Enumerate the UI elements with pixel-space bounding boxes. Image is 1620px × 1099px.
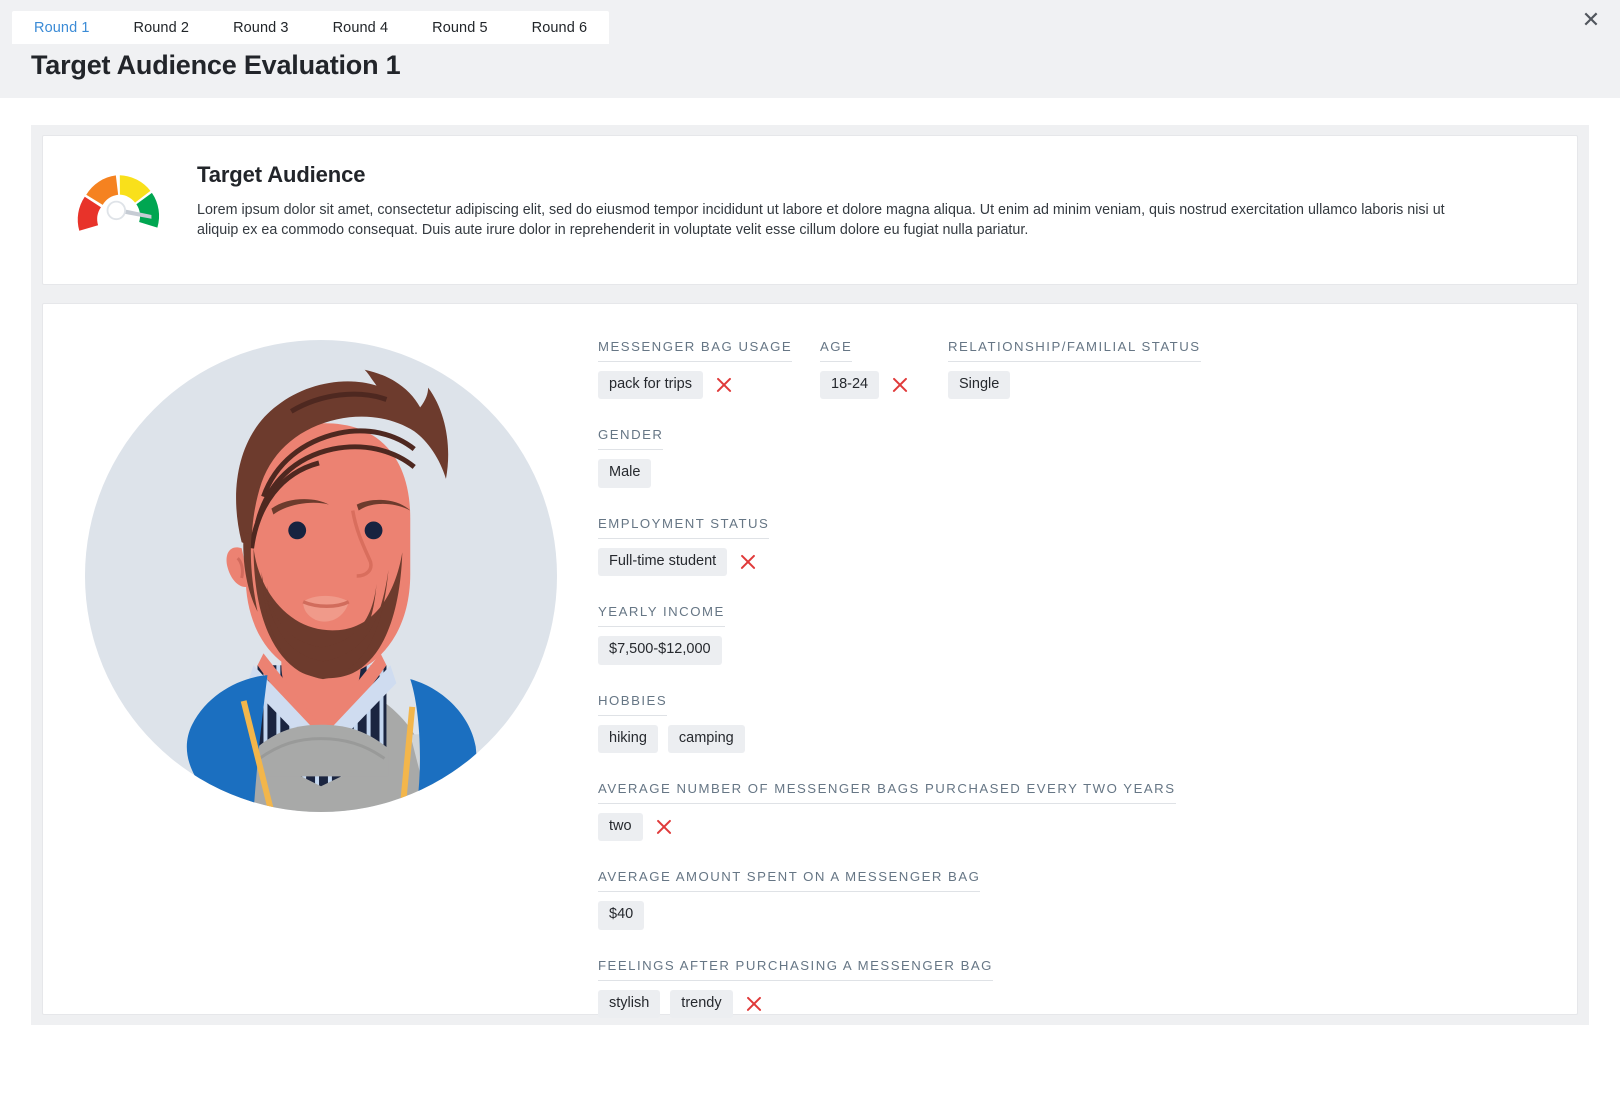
remove-x-icon[interactable]	[655, 818, 673, 836]
field-label: Employment Status	[598, 516, 770, 539]
field-stacked-1: Employment Status Full-time student	[598, 515, 1577, 577]
value-chip[interactable]: $40	[598, 901, 645, 930]
remove-x-icon[interactable]	[739, 553, 757, 571]
field-label: Hobbies	[598, 693, 668, 716]
field-label: Messenger Bag Usage	[598, 339, 793, 362]
fields-stacked: Gender Male Employment Status Full-time stu…	[598, 426, 1577, 1019]
value-chip[interactable]: Male	[598, 459, 652, 488]
chip-group: Male	[598, 459, 1577, 488]
tab-round-1[interactable]: Round 1	[12, 11, 112, 44]
value-chip[interactable]: Full-time student	[598, 547, 728, 577]
persona-fields: Messenger Bag Usage pack for trips Age 18-2…	[598, 322, 1577, 1019]
chip-group: hiking camping	[598, 724, 1577, 753]
field-stacked-0: Gender Male	[598, 426, 1577, 488]
fields-row-top: Messenger Bag Usage pack for trips Age 18-2…	[598, 338, 1577, 426]
remove-x-icon[interactable]	[745, 995, 763, 1013]
target-audience-intro-card: Target Audience Lorem ipsum dolor sit am…	[42, 135, 1578, 285]
field-label: Age	[820, 339, 853, 362]
value-chip[interactable]: Single	[948, 371, 1011, 400]
avatar	[43, 322, 598, 1014]
close-icon[interactable]: ✕	[1578, 7, 1604, 33]
value-chip[interactable]: camping	[667, 724, 745, 753]
field-label: Average Number of Messenger Bags Purchas…	[598, 781, 1176, 804]
chip-group: Single	[948, 371, 1201, 400]
field-row1-0: Messenger Bag Usage pack for trips	[598, 338, 820, 400]
chip-group: $40	[598, 901, 1577, 930]
field-row1-2: Relationship/Familial Status Single	[948, 338, 1201, 400]
field-label: Relationship/Familial Status	[948, 339, 1201, 362]
page-title: Target Audience Evaluation 1	[31, 50, 401, 80]
field-stacked-2: Yearly Income $7,500-$12,000	[598, 603, 1577, 665]
field-label: Average Amount Spent on a Messenger Bag	[598, 869, 981, 893]
value-chip[interactable]: hiking	[598, 724, 658, 753]
tab-round-2[interactable]: Round 2	[112, 11, 212, 44]
evaluation-modal: Round 1 Round 2 Round 3 Round 4 Round 5 Round…	[0, 0, 1620, 1099]
chip-group: stylish trendy	[598, 989, 1577, 1019]
chip-group: Full-time student	[598, 547, 1577, 577]
field-label: Gender	[598, 427, 664, 451]
field-stacked-6: Feelings After Purchasing a Messenger Ba…	[598, 957, 1577, 1019]
tab-round-3[interactable]: Round 3	[211, 11, 311, 44]
modal-footer: Back to the Simulation	[0, 1037, 1620, 1099]
value-chip[interactable]: stylish	[598, 989, 661, 1019]
tab-round-6[interactable]: Round 6	[510, 11, 610, 44]
chip-group: 18-24	[820, 371, 948, 400]
tab-round-4[interactable]: Round 4	[311, 11, 411, 44]
persona-detail-card: Messenger Bag Usage pack for trips Age 18-2…	[42, 303, 1578, 1019]
field-label: Feelings After Purchasing a Messenger Ba…	[598, 958, 993, 981]
modal-body: Target Audience Lorem ipsum dolor sit am…	[0, 98, 1620, 1099]
field-stacked-4: Average Number of Messenger Bags Purchas…	[598, 780, 1577, 842]
round-tabs: Round 1 Round 2 Round 3 Round 4 Round 5 Round…	[12, 11, 610, 44]
remove-x-icon[interactable]	[891, 376, 909, 394]
chip-group: $7,500-$12,000	[598, 636, 1577, 665]
chip-group: pack for trips	[598, 371, 820, 400]
remove-x-icon[interactable]	[715, 376, 733, 394]
value-chip[interactable]: pack for trips	[598, 371, 703, 400]
field-label: Yearly Income	[598, 604, 725, 628]
value-chip[interactable]: trendy	[670, 989, 733, 1019]
value-chip[interactable]: two	[598, 812, 643, 842]
gauge-icon	[73, 166, 167, 240]
modal-header: Round 1 Round 2 Round 3 Round 4 Round 5 Round…	[0, 0, 1620, 98]
content-panel: Target Audience Lorem ipsum dolor sit am…	[31, 125, 1589, 1025]
chip-group: two	[598, 812, 1577, 842]
intro-body: Lorem ipsum dolor sit amet, consectetur …	[197, 202, 1445, 239]
intro-title: Target Audience	[197, 162, 366, 187]
persona-avatar-illustration	[84, 339, 557, 813]
field-stacked-3: Hobbies hiking camping	[598, 692, 1577, 753]
field-row1-1: Age 18-24	[820, 338, 948, 400]
field-stacked-5: Average Amount Spent on a Messenger Bag $…	[598, 868, 1577, 930]
value-chip[interactable]: 18-24	[820, 371, 880, 400]
tab-round-5[interactable]: Round 5	[410, 11, 510, 44]
value-chip[interactable]: $7,500-$12,000	[598, 636, 722, 665]
